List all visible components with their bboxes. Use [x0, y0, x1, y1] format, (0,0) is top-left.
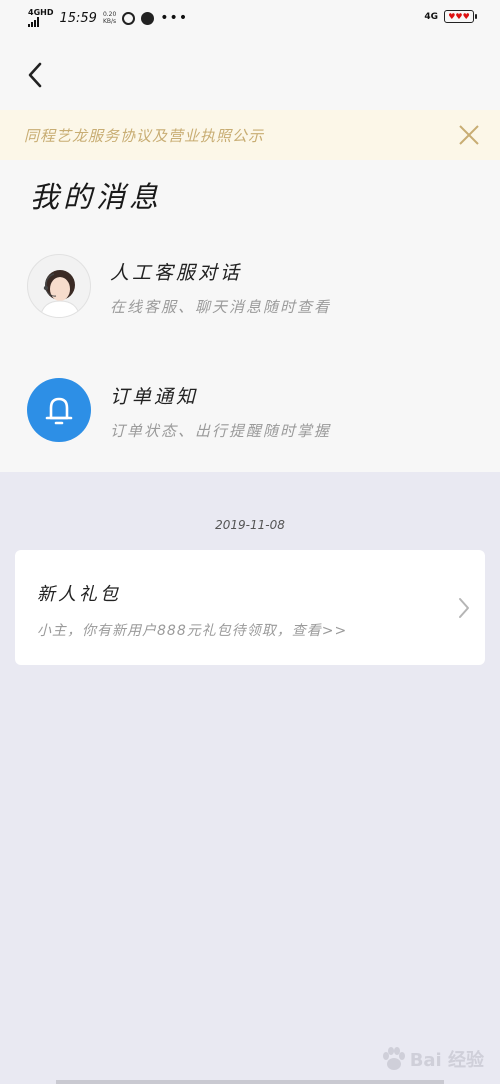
customer-service-avatar — [27, 254, 91, 318]
clock-time: 15:59 — [59, 10, 97, 26]
home-indicator[interactable] — [56, 1080, 444, 1084]
messages-panel: 我的消息 人工客服对话 在线客服、聊天消息随时查看 订单通知 订单状态、出行提醒… — [0, 160, 500, 472]
notice-banner[interactable]: 同程艺龙服务协议及营业执照公示 — [0, 110, 500, 160]
card-title: 新人礼包 — [37, 584, 121, 605]
close-icon — [459, 125, 479, 145]
message-title: 订单通知 — [110, 386, 199, 408]
notice-close-button[interactable] — [456, 122, 482, 148]
paw-icon — [382, 1047, 405, 1070]
notice-text[interactable]: 同程艺龙服务协议及营业执照公示 — [24, 125, 264, 146]
status-bar: 4GHD 15:59 0.20 KB/s ••• 4G ♥♥♥ — [0, 0, 500, 38]
battery-icon: ♥♥♥ — [444, 10, 477, 23]
compass-icon — [141, 11, 155, 25]
network-indicator: 4GHD — [28, 9, 53, 27]
bell-icon — [27, 378, 91, 442]
back-arrow-icon — [28, 62, 42, 88]
message-item-customer-service[interactable]: 人工客服对话 在线客服、聊天消息随时查看 — [0, 234, 500, 338]
message-subtitle: 在线客服、聊天消息随时查看 — [110, 298, 332, 316]
more-notifications-icon: ••• — [160, 10, 189, 26]
network-speed: 0.20 KB/s — [102, 11, 117, 25]
app-notification-icon — [122, 11, 136, 25]
watermark-text: Bai 经验 — [409, 1050, 484, 1071]
nav-header — [0, 38, 500, 110]
message-subtitle: 订单状态、出行提醒随时掌握 — [110, 422, 332, 440]
chevron-right-icon — [459, 598, 469, 618]
page-title: 我的消息 — [30, 180, 163, 214]
feed-date: 2019-11-08 — [215, 518, 285, 532]
network-type-right: 4G — [424, 11, 438, 22]
card-subtitle: 小主，你有新用户888元礼包待领取，查看>> — [37, 623, 348, 639]
message-title: 人工客服对话 — [110, 262, 243, 284]
network-type: 4GHD — [28, 8, 54, 17]
back-button[interactable] — [22, 58, 52, 92]
signal-icon — [28, 17, 39, 27]
message-item-order-notice[interactable]: 订单通知 订单状态、出行提醒随时掌握 — [0, 358, 500, 462]
new-user-gift-card[interactable]: 新人礼包 小主，你有新用户888元礼包待领取，查看>> — [15, 550, 485, 665]
baidu-watermark: Bai 经验 — [380, 1046, 484, 1072]
